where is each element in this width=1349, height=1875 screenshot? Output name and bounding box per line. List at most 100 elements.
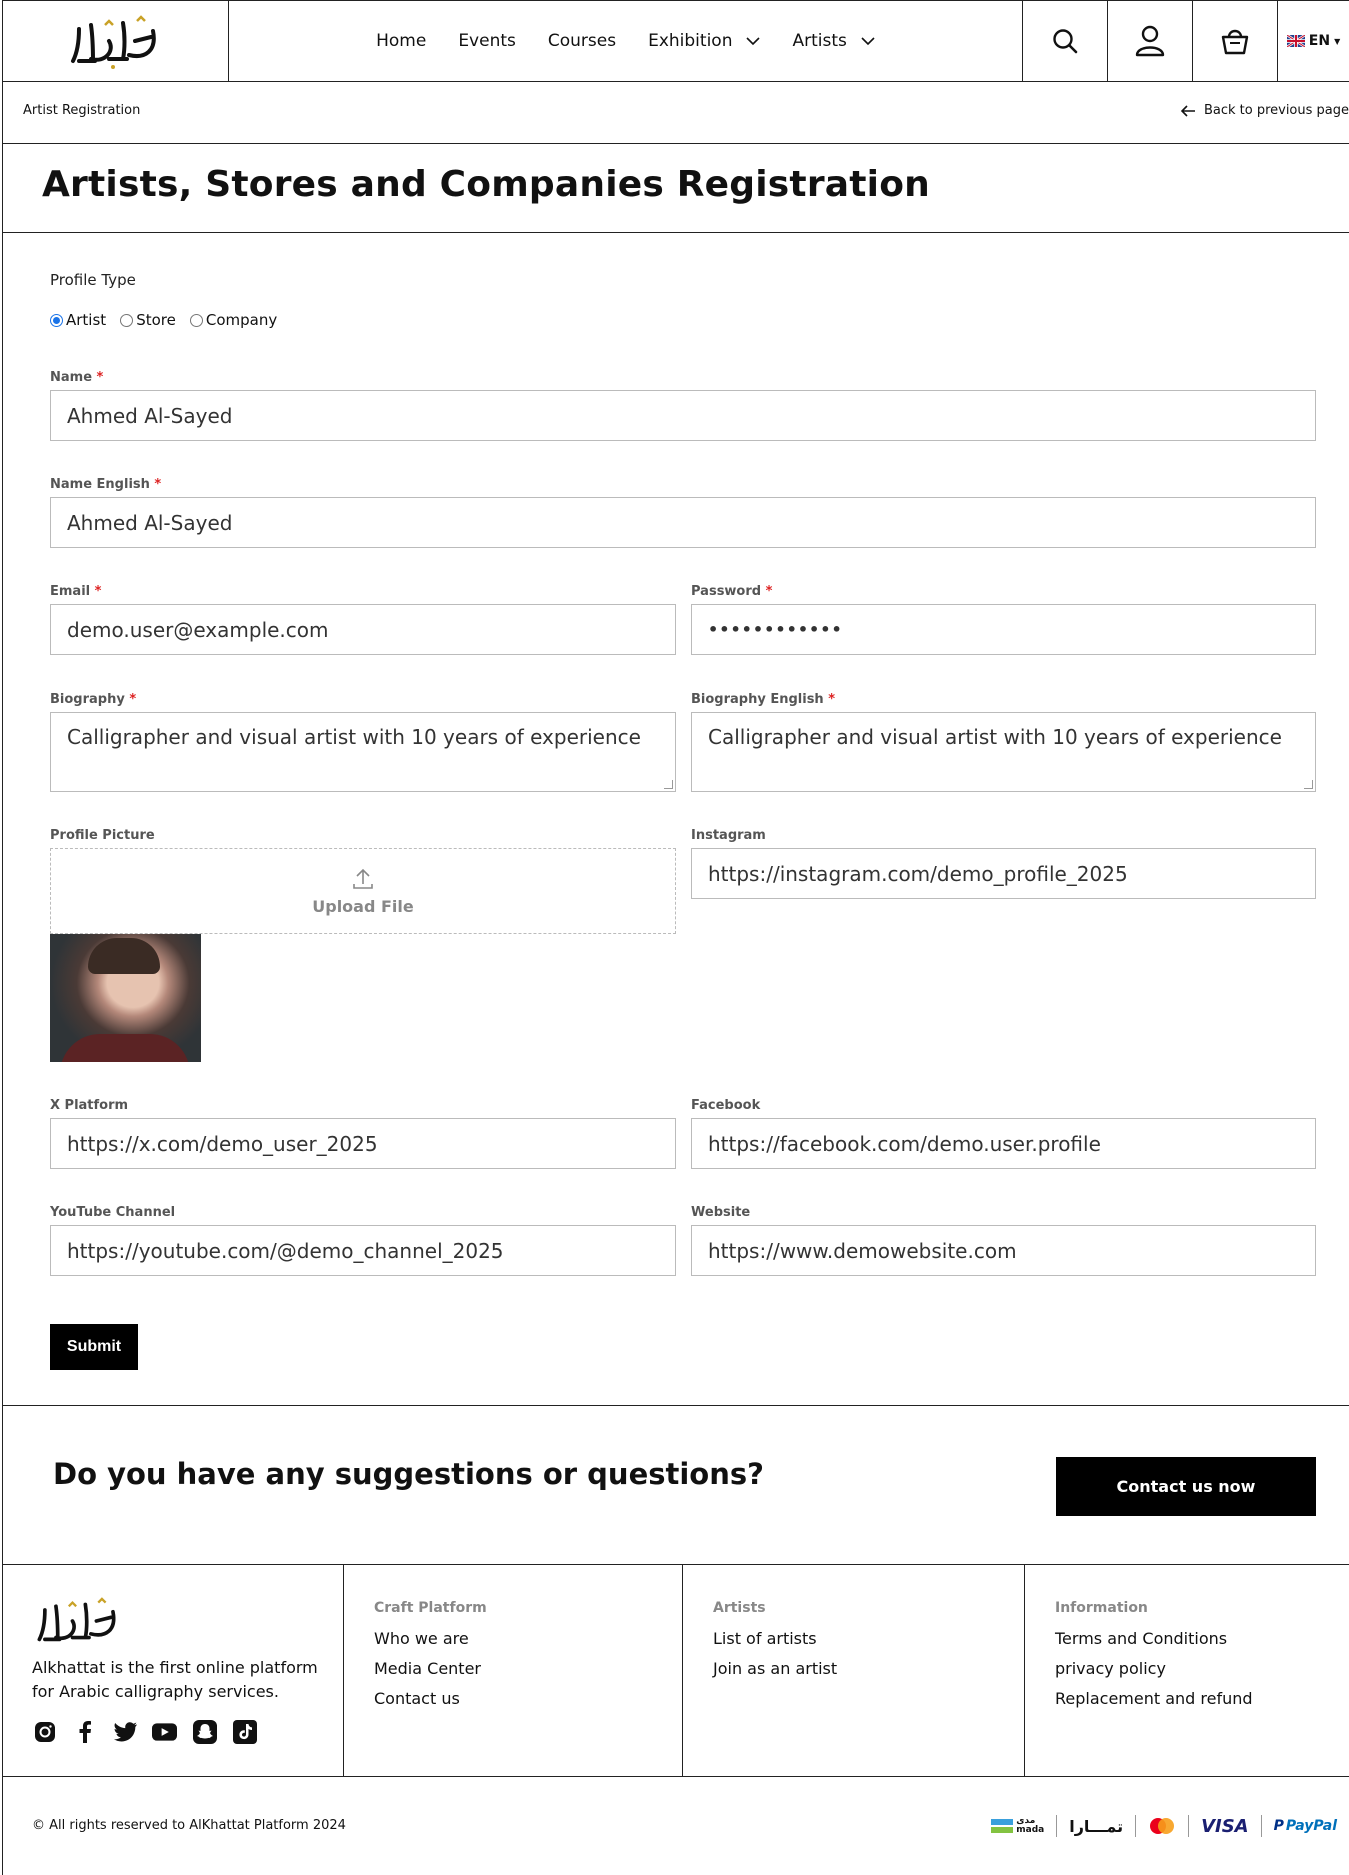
biography-textarea[interactable]: Calligrapher and visual artist with 10 y… xyxy=(50,712,676,792)
radio-selected-icon xyxy=(50,313,63,327)
footer-link-terms[interactable]: Terms and Conditions xyxy=(1055,1629,1253,1648)
nav-artists[interactable]: Artists xyxy=(792,31,875,51)
footer-col-heading: Artists xyxy=(713,1600,766,1616)
website-label: Website xyxy=(691,1205,751,1220)
facebook-field-value: https://facebook.com/demo.user.profile xyxy=(708,1131,1101,1156)
divider xyxy=(1260,1815,1262,1837)
paypal-p-icon: P xyxy=(1273,1818,1284,1834)
profile-picture-label: Profile Picture xyxy=(50,828,155,843)
profile-picture-preview xyxy=(50,934,201,1062)
facebook-link[interactable] xyxy=(72,1719,97,1744)
search-icon xyxy=(1053,29,1078,54)
caret-down-icon: ▼ xyxy=(1334,36,1341,46)
contact-us-button[interactable]: Contact us now xyxy=(1056,1457,1316,1516)
twitter-link[interactable] xyxy=(112,1719,137,1744)
footer-link-join-as-artist[interactable]: Join as an artist xyxy=(713,1659,837,1678)
facebook-field[interactable]: https://facebook.com/demo.user.profile xyxy=(691,1118,1316,1169)
footer-link-who-we-are[interactable]: Who we are xyxy=(374,1629,481,1648)
snapchat-icon xyxy=(192,1719,217,1744)
name-label: Name * xyxy=(50,370,103,385)
cart-button[interactable] xyxy=(1192,1,1277,81)
radio-store[interactable]: Store xyxy=(120,311,176,329)
password-label-text: Password xyxy=(691,584,762,599)
nav-events[interactable]: Events xyxy=(458,31,516,51)
footer-links: Terms and Conditions privacy policy Repl… xyxy=(1055,1629,1253,1708)
footer: Alkhattat is the first online platform f… xyxy=(2,1565,1349,1777)
name-english-label: Name English * xyxy=(50,477,161,492)
footer-links: List of artists Join as an artist xyxy=(713,1629,837,1678)
arrow-left-icon xyxy=(1180,104,1195,117)
account-button[interactable] xyxy=(1107,1,1192,81)
divider xyxy=(1135,1815,1137,1837)
tiktok-link[interactable] xyxy=(232,1719,257,1744)
nav-exhibition[interactable]: Exhibition xyxy=(648,31,761,51)
youtube-link[interactable] xyxy=(152,1719,177,1744)
nav-courses[interactable]: Courses xyxy=(548,31,616,51)
bottom-bar: © All rights reserved to AlKhattat Platf… xyxy=(2,1777,1349,1875)
instagram-field-value: https://instagram.com/demo_profile_2025 xyxy=(708,861,1128,886)
contact-band: Do you have any suggestions or questions… xyxy=(2,1405,1349,1565)
language-selector[interactable]: EN ▼ xyxy=(1277,1,1349,81)
email-field[interactable]: demo.user@example.com xyxy=(50,604,676,655)
radio-unselected-icon xyxy=(189,313,203,327)
back-link[interactable]: Back to previous page xyxy=(1180,103,1349,118)
x-platform-label: X Platform xyxy=(50,1098,129,1113)
radio-company[interactable]: Company xyxy=(189,311,277,329)
page: Home Events Courses Exhibition Artists E… xyxy=(0,0,1349,1875)
nav-home-label: Home xyxy=(376,31,427,51)
footer-logo-icon[interactable] xyxy=(32,1593,124,1649)
biography-english-textarea-value: Calligrapher and visual artist with 10 y… xyxy=(708,725,1282,749)
nav-exhibition-label: Exhibition xyxy=(648,31,733,51)
footer-link-privacy[interactable]: privacy policy xyxy=(1055,1659,1253,1678)
footer-link-contact-us[interactable]: Contact us xyxy=(374,1689,481,1708)
name-field-value: Ahmed Al-Sayed xyxy=(67,403,233,428)
footer-col-artists: Artists List of artists Join as an artis… xyxy=(683,1565,1025,1776)
instagram-label: Instagram xyxy=(691,828,766,843)
nav-events-label: Events xyxy=(458,31,516,51)
radio-unselected-icon xyxy=(120,313,134,327)
instagram-field[interactable]: https://instagram.com/demo_profile_2025 xyxy=(691,848,1316,899)
youtube-label: YouTube Channel xyxy=(50,1205,176,1220)
youtube-field-value: https://youtube.com/@demo_channel_2025 xyxy=(67,1238,504,1263)
radio-artist[interactable]: Artist xyxy=(50,311,106,329)
user-icon xyxy=(1135,25,1165,57)
radio-artist-label: Artist xyxy=(66,311,107,329)
nav-artists-label: Artists xyxy=(792,31,847,51)
search-button[interactable] xyxy=(1022,1,1107,81)
x-platform-field[interactable]: https://x.com/demo_user_2025 xyxy=(50,1118,676,1169)
language-label: EN xyxy=(1308,33,1331,49)
footer-link-list-of-artists[interactable]: List of artists xyxy=(713,1629,837,1648)
biography-english-textarea[interactable]: Calligrapher and visual artist with 10 y… xyxy=(691,712,1316,792)
logo[interactable] xyxy=(2,1,229,81)
page-title: Artists, Stores and Companies Registrati… xyxy=(42,164,930,205)
website-field[interactable]: https://www.demowebsite.com xyxy=(691,1225,1316,1276)
upload-label: Upload File xyxy=(312,896,414,916)
footer-link-refund[interactable]: Replacement and refund xyxy=(1055,1689,1253,1708)
uk-flag-icon xyxy=(1286,35,1305,47)
name-label-text: Name xyxy=(50,370,93,385)
mada-logo: مدى mada xyxy=(991,1817,1044,1835)
snapchat-link[interactable] xyxy=(192,1719,217,1744)
paypal-logo: P PayPal xyxy=(1274,1818,1337,1834)
profile-type-radios: Artist Store Company xyxy=(50,311,277,329)
password-field[interactable]: •••••••••••• xyxy=(691,604,1316,655)
instagram-link[interactable] xyxy=(32,1719,57,1744)
password-label: Password * xyxy=(691,584,772,599)
visa-logo: VISA xyxy=(1201,1815,1249,1837)
submit-button[interactable]: Submit xyxy=(50,1324,138,1370)
footer-col-heading: Craft Platform xyxy=(374,1600,487,1616)
name-english-field[interactable]: Ahmed Al-Sayed xyxy=(50,497,1316,548)
biography-english-label-text: Biography English xyxy=(691,692,824,707)
footer-link-media-center[interactable]: Media Center xyxy=(374,1659,481,1678)
upload-icon xyxy=(353,868,373,889)
website-field-value: https://www.demowebsite.com xyxy=(708,1238,1017,1263)
twitter-icon xyxy=(113,1721,137,1741)
paypal-text: PayPal xyxy=(1285,1818,1337,1834)
facebook-icon xyxy=(79,1720,91,1743)
name-field[interactable]: Ahmed Al-Sayed xyxy=(50,390,1316,441)
profile-type-label: Profile Type xyxy=(50,271,136,289)
youtube-field[interactable]: https://youtube.com/@demo_channel_2025 xyxy=(50,1225,676,1276)
upload-dropzone[interactable]: Upload File xyxy=(50,848,676,934)
email-label: Email * xyxy=(50,584,101,599)
nav-home[interactable]: Home xyxy=(376,31,426,51)
